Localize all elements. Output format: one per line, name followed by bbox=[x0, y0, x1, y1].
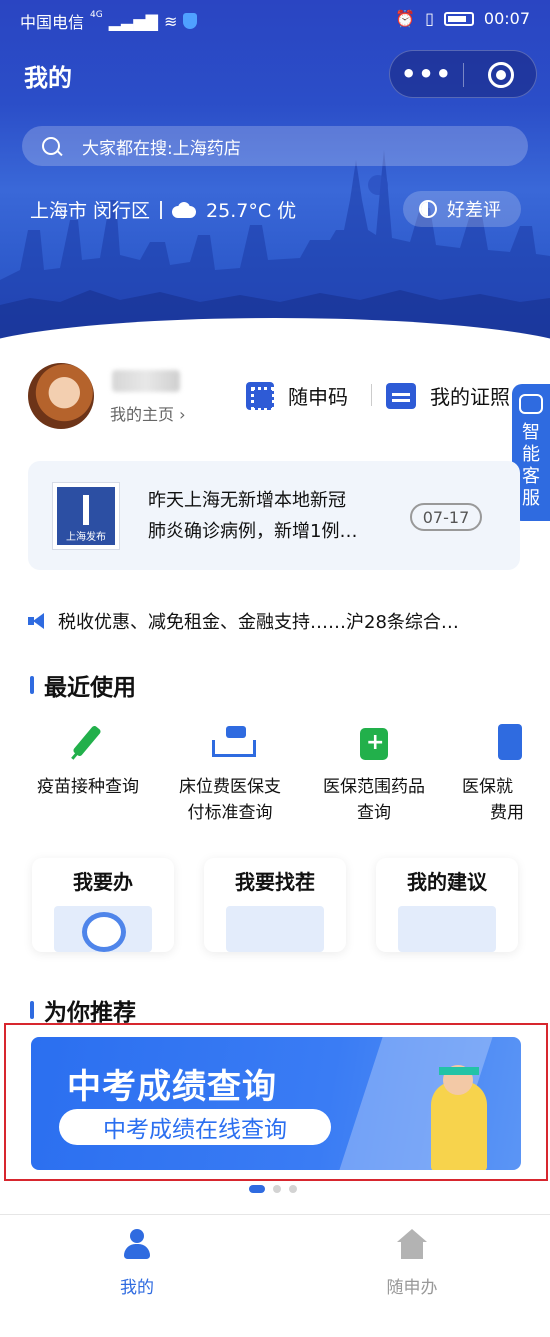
syringe-icon bbox=[70, 722, 106, 762]
card-title: 我的建议 bbox=[407, 870, 487, 894]
suishen-code-button[interactable]: 随申码 bbox=[246, 381, 348, 411]
student-headband bbox=[439, 1067, 479, 1075]
app-label: 疫苗接种查询 bbox=[37, 777, 139, 797]
id-card-icon bbox=[386, 382, 416, 409]
banner-subtitle: 中考成绩在线查询 bbox=[59, 1109, 331, 1145]
shield-icon bbox=[183, 13, 198, 29]
tab-label: 我的 bbox=[120, 1278, 154, 1298]
recommend-section-title: 为你推荐 bbox=[30, 993, 136, 1027]
tab-mine[interactable]: 我的 bbox=[77, 1229, 197, 1298]
close-miniprogram-button[interactable] bbox=[488, 62, 514, 88]
card-my-suggestion[interactable]: 我的建议 bbox=[376, 858, 518, 952]
card-title: 我要找茬 bbox=[235, 870, 315, 894]
network-type: 4G bbox=[90, 10, 103, 20]
highlight-box: 中考成绩查询 中考成绩在线查询 bbox=[4, 1023, 548, 1181]
cloud-icon bbox=[172, 201, 197, 218]
rating-icon bbox=[419, 200, 437, 218]
rating-button[interactable]: 好差评 bbox=[403, 191, 521, 227]
home-icon bbox=[397, 1229, 427, 1259]
carrier-text: 中国电信 bbox=[20, 13, 85, 32]
clock-text: 00:07 bbox=[483, 9, 530, 28]
capsule-divider bbox=[463, 63, 464, 87]
header-hero: 中国电信 4G ▂▃▅▇ ≋ ⏰ ▯ 00:07 我的 ••• 大家都在搜:上海… bbox=[0, 0, 550, 345]
service-char: 客 bbox=[522, 466, 540, 487]
avatar[interactable] bbox=[28, 363, 94, 429]
app-label: 费用 bbox=[490, 803, 524, 823]
service-char: 服 bbox=[522, 488, 540, 509]
search-icon bbox=[42, 137, 60, 155]
tab-label: 随申办 bbox=[386, 1278, 438, 1298]
recent-section-title: 最近使用 bbox=[30, 668, 136, 702]
envelope-illustration bbox=[226, 906, 324, 952]
app-label: 医保就 bbox=[462, 777, 513, 797]
app-label: 床位费医保支 bbox=[179, 777, 281, 797]
my-certificates-button[interactable]: 我的证照 bbox=[386, 381, 510, 410]
app-label: 医保范围药品 bbox=[323, 777, 425, 797]
weather-text: 25.7°C 优 bbox=[206, 200, 297, 222]
app-label: 付标准查询 bbox=[187, 803, 273, 823]
logo-label: 上海发布 bbox=[66, 532, 106, 543]
app-label: 查询 bbox=[357, 803, 391, 823]
card-title: 我要办 bbox=[73, 870, 133, 894]
miniprogram-capsule: ••• bbox=[389, 50, 537, 98]
speaker-icon bbox=[28, 613, 44, 629]
page-title: 我的 bbox=[24, 64, 72, 92]
service-char: 智 bbox=[522, 422, 540, 443]
homepage-link[interactable]: 我的主页 › bbox=[110, 401, 186, 425]
recent-title-text: 最近使用 bbox=[44, 675, 136, 701]
news-date-badge: 07-17 bbox=[410, 503, 482, 531]
vibrate-icon: ▯ bbox=[425, 9, 434, 28]
location-divider bbox=[160, 200, 163, 219]
search-placeholder: 大家都在搜:上海药店 bbox=[82, 138, 241, 159]
location-weather[interactable]: 上海市 闵行区 25.7°C 优 bbox=[30, 196, 296, 223]
shanghai-release-logo: 上海发布 bbox=[52, 482, 120, 550]
notepad-illustration bbox=[398, 906, 496, 952]
user-icon bbox=[122, 1229, 152, 1259]
username-blurred bbox=[112, 370, 180, 392]
location-text: 上海市 闵行区 bbox=[30, 200, 151, 222]
status-bar: 中国电信 4G ▂▃▅▇ ≋ ⏰ ▯ 00:07 bbox=[0, 0, 550, 38]
carousel-dot bbox=[273, 1185, 281, 1193]
document-icon bbox=[492, 722, 528, 762]
app-vaccine-query[interactable]: 疫苗接种查询 bbox=[18, 722, 158, 800]
compass-icon bbox=[82, 912, 126, 952]
ticker-text: 税收优惠、减免租金、金融支持……沪28条综合… bbox=[58, 612, 459, 633]
battery-icon bbox=[443, 11, 474, 26]
suishen-code-label: 随申码 bbox=[288, 385, 348, 409]
medicine-icon bbox=[356, 722, 392, 762]
signal-icon: ▂▃▅▇ bbox=[108, 11, 158, 31]
rating-label: 好差评 bbox=[447, 200, 501, 221]
recommend-title-text: 为你推荐 bbox=[44, 1000, 136, 1026]
news-headline: 昨天上海无新增本地新冠 肺炎确诊病例，新增1例… bbox=[148, 485, 398, 547]
card-i-want-to-do[interactable]: 我要办 bbox=[32, 858, 174, 952]
quick-divider bbox=[371, 384, 372, 406]
section-marker bbox=[30, 1001, 34, 1019]
carousel-dot-active bbox=[249, 1185, 265, 1193]
alarm-icon: ⏰ bbox=[395, 9, 416, 28]
news-headline-line: 昨天上海无新增本地新冠 bbox=[148, 490, 346, 511]
app-bed-fee-query[interactable]: 床位费医保支 付标准查询 bbox=[160, 722, 300, 826]
bed-icon bbox=[212, 722, 256, 762]
service-char: 能 bbox=[522, 444, 540, 465]
card-report-issue[interactable]: 我要找茬 bbox=[204, 858, 346, 952]
banner-title: 中考成绩查询 bbox=[67, 1067, 277, 1107]
app-drug-scope-query[interactable]: 医保范围药品 查询 bbox=[304, 722, 444, 826]
news-card[interactable]: 上海发布 昨天上海无新增本地新冠 肺炎确诊病例，新增1例… 07-17 bbox=[28, 461, 520, 570]
search-bar[interactable]: 大家都在搜:上海药店 bbox=[22, 126, 528, 166]
wifi-icon: ≋ bbox=[163, 11, 178, 31]
qr-code-icon bbox=[246, 381, 275, 411]
my-certificates-label: 我的证照 bbox=[430, 385, 510, 409]
chat-icon bbox=[519, 394, 543, 414]
announcement-ticker[interactable]: 税收优惠、减免租金、金融支持……沪28条综合… bbox=[28, 608, 459, 634]
carousel-dot bbox=[289, 1185, 297, 1193]
news-headline-line: 肺炎确诊病例，新增1例… bbox=[148, 521, 358, 542]
more-menu-button[interactable]: ••• bbox=[390, 51, 464, 97]
carousel-indicator bbox=[249, 1185, 297, 1193]
bottom-tab-bar: 我的 随申办 bbox=[0, 1214, 550, 1337]
recent-apps: 疫苗接种查询 床位费医保支 付标准查询 医保范围药品 查询 医保就 费用 bbox=[0, 722, 550, 832]
tab-suishenban[interactable]: 随申办 bbox=[352, 1229, 472, 1298]
app-medical-cost-query[interactable]: 医保就 费用 bbox=[462, 722, 550, 826]
section-marker bbox=[30, 676, 34, 694]
exam-score-banner[interactable]: 中考成绩查询 中考成绩在线查询 bbox=[31, 1037, 521, 1170]
